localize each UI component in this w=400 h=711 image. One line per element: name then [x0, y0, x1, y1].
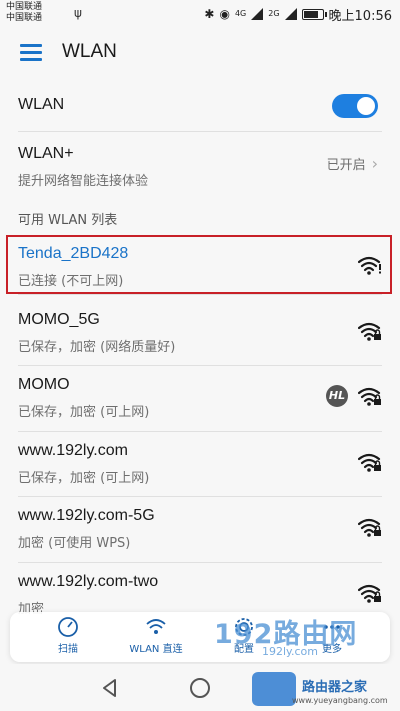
toggle-knob	[357, 97, 375, 115]
network-status: 已保存，加密 (网络质量好)	[18, 340, 176, 355]
battery-icon	[301, 8, 327, 20]
wlan-toggle-switch[interactable]	[332, 94, 378, 118]
app-bar: WLAN	[0, 28, 400, 80]
wlan-plus-status-text: 已开启	[326, 158, 366, 173]
eye-comfort-icon: ◉	[219, 7, 230, 21]
menu-icon[interactable]	[20, 44, 42, 62]
network-status: 已保存，加密 (可上网)	[18, 405, 150, 420]
highlight-box	[6, 235, 392, 294]
scan-label: 扫描	[58, 644, 78, 655]
wlan-direct-label: WLAN 直连	[129, 644, 183, 655]
watermark-url: www.yueyangbang.com	[292, 696, 388, 705]
network-ssid: www.192ly.com-two	[18, 573, 159, 590]
signal-bars-icon	[251, 8, 264, 20]
wlan-plus-row[interactable]: WLAN+ 提升网络智能连接体验 已开启 ›	[0, 132, 400, 196]
network-ssid: www.192ly.com	[18, 442, 128, 459]
wifi-locked-icon	[358, 584, 381, 603]
status-bar: 中国联通 中国联通 ψ ✱ ◉ 4G 2G 晚上10:56	[0, 0, 400, 28]
signal-2g-icon: 2G	[268, 9, 280, 18]
wlan-toggle-label: WLAN	[18, 96, 65, 113]
network-status: 已保存，加密 (可上网)	[18, 471, 150, 486]
network-row[interactable]: MOMO 已保存，加密 (可上网) HL	[0, 366, 400, 432]
clock: 晚上10:56	[328, 8, 392, 24]
wlan-plus-title: WLAN+	[18, 145, 74, 162]
network-row[interactable]: MOMO_5G 已保存，加密 (网络质量好)	[0, 301, 400, 366]
watermark-brand: 路由器之家	[302, 680, 368, 695]
wifi-locked-icon	[358, 322, 381, 341]
home-icon[interactable]	[190, 678, 210, 698]
network-ssid: MOMO	[18, 376, 70, 393]
battery-fill	[303, 10, 318, 18]
carrier-1: 中国联通	[6, 2, 43, 12]
chevron-right-icon: ›	[371, 154, 378, 173]
wlan-plus-subtitle: 提升网络智能连接体验	[18, 174, 149, 189]
watermark-logo	[252, 672, 296, 706]
carrier-2: 中国联通	[6, 13, 43, 23]
divider	[18, 294, 382, 295]
wifi-locked-icon	[358, 453, 381, 472]
wlan-direct-button[interactable]: WLAN 直连	[116, 616, 196, 655]
carrier-info: 中国联通 中国联通	[6, 2, 42, 24]
usb-icon: ψ	[74, 6, 82, 20]
hilink-badge-icon: HL	[326, 385, 348, 407]
section-header: 可用 WLAN 列表	[18, 213, 118, 228]
wifi-locked-icon	[358, 518, 381, 537]
back-icon[interactable]	[100, 678, 120, 698]
signal-4g-icon: 4G	[234, 9, 247, 18]
scan-icon	[58, 617, 78, 637]
scan-button[interactable]: 扫描	[28, 616, 108, 655]
status-icons: ✱ ◉ 4G 2G 晚上10:56	[204, 5, 392, 24]
network-row[interactable]: www.192ly.com 已保存，加密 (可上网)	[0, 432, 400, 497]
network-status: 加密 (可使用 WPS)	[18, 536, 131, 551]
wlan-plus-status: 已开启 ›	[327, 154, 378, 173]
network-row[interactable]: www.192ly.com-5G 加密 (可使用 WPS)	[0, 497, 400, 563]
wlan-direct-icon	[146, 619, 166, 634]
bluetooth-icon: ✱	[204, 7, 215, 21]
page-title: WLAN	[62, 41, 117, 62]
signal-bars-icon-2	[284, 8, 297, 20]
watermark-url-small: 192ly.com	[262, 645, 318, 658]
network-ssid: www.192ly.com-5G	[18, 507, 155, 524]
wlan-toggle-row[interactable]: WLAN	[0, 80, 400, 132]
network-ssid: MOMO_5G	[18, 311, 100, 328]
wifi-locked-icon	[358, 387, 381, 406]
